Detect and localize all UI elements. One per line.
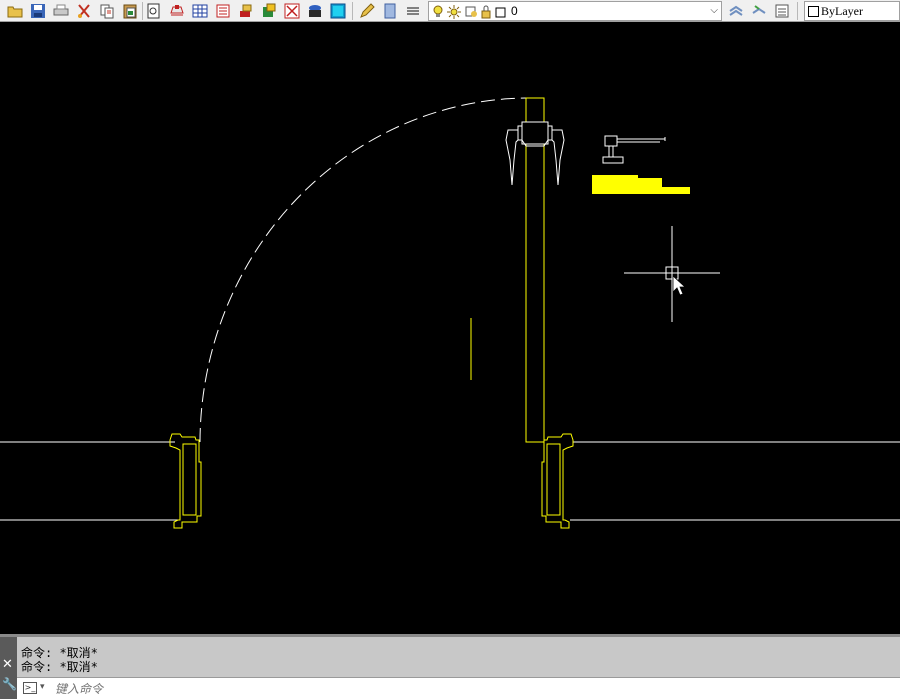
plot-icon[interactable] [52,2,70,20]
layer-previous-icon[interactable] [750,2,768,20]
door-bolt-symbol [602,135,666,164]
table-icon[interactable] [191,2,209,20]
left-door-frame [169,433,202,529]
pencil-icon[interactable] [358,2,376,20]
right-door-frame [541,433,574,529]
command-line-handle[interactable]: ✕ 🔧 [0,637,17,699]
save-icon[interactable] [29,2,47,20]
color-swatch-icon [495,7,506,18]
properties-icon[interactable] [145,2,163,20]
insert-icon[interactable] [237,2,255,20]
color-swatch [808,6,819,17]
open-icon[interactable] [6,2,24,20]
match-properties-icon[interactable] [283,2,301,20]
standard-toolbar: 0 ⌵ ByLayer [0,0,900,22]
command-line-panel: ✕ 🔧 命令: *取消* 命令: *取消* >_ ▾ [0,634,900,699]
color-value: ByLayer [821,4,863,18]
door-handle [505,121,565,186]
lightbulb-icon [433,5,443,17]
sun-icon [447,5,461,19]
close-icon[interactable]: ✕ [2,657,13,672]
wrench-icon[interactable]: 🔧 [2,677,17,691]
crosshair-cursor [624,226,720,322]
copy-icon[interactable] [98,2,116,20]
color-dropdown[interactable]: ByLayer [804,1,900,21]
door-swing-arc [199,97,527,443]
command-prompt-icon[interactable]: >_ [23,682,37,694]
matchprop-paint-icon[interactable] [306,2,324,20]
make-current-layer-icon[interactable] [727,2,745,20]
layer-name: 0 [511,4,518,18]
block-icon[interactable] [214,2,232,20]
lock-icon [481,5,491,19]
drawing-canvas[interactable] [0,30,900,633]
wall-lines [0,441,900,521]
sheet-icon[interactable] [381,2,399,20]
layer-dropdown[interactable]: 0 ⌵ [428,1,722,21]
command-input-row: >_ ▾ [17,677,900,699]
yellow-label-block [592,175,690,194]
layer-states-icon[interactable] [773,2,791,20]
mouse-pointer-icon [672,275,687,296]
chevron-down-icon[interactable]: ⌵ [710,5,718,16]
cut-icon[interactable] [75,2,93,20]
hatch-icon[interactable] [260,2,278,20]
fill-icon[interactable] [329,2,347,20]
layers-stack-icon[interactable] [404,2,422,20]
layer-manager-icon[interactable] [168,2,186,20]
command-history-line: 命令: *取消* [21,660,98,674]
paste-icon[interactable] [121,2,139,20]
command-input[interactable] [53,680,857,698]
door-leaf [525,97,545,443]
chevron-down-icon[interactable]: ▾ [40,682,45,692]
freeze-viewport-icon [465,6,477,17]
